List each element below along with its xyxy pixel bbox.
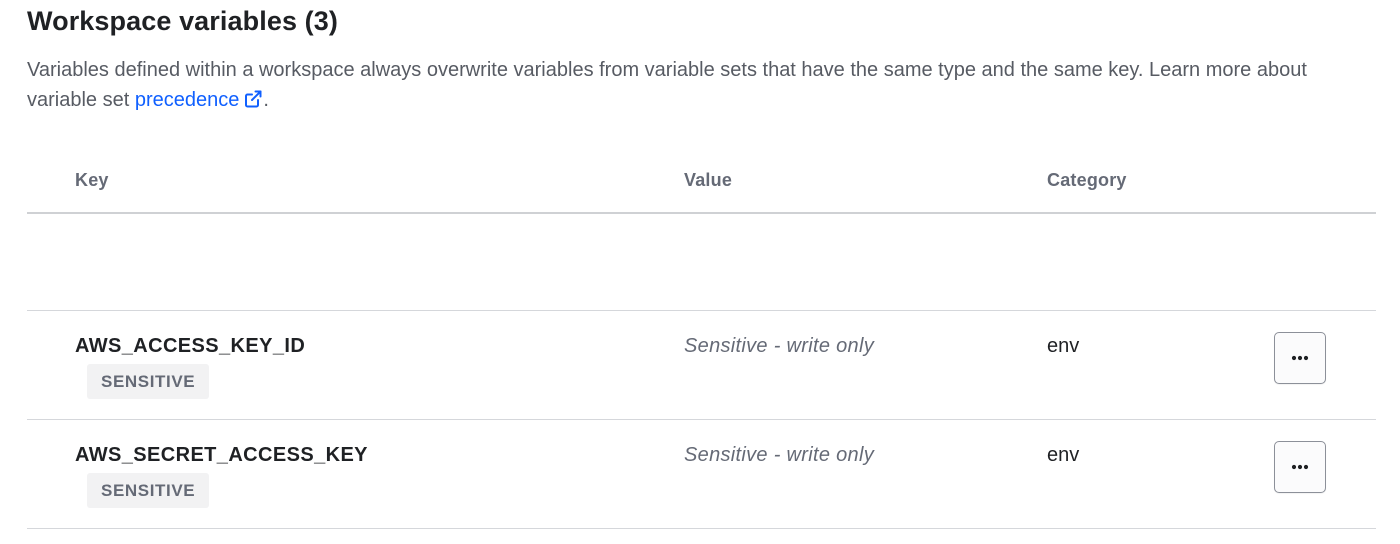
- variable-category: env: [1047, 335, 1080, 357]
- row-actions-button[interactable]: [1274, 332, 1326, 384]
- variable-value: Sensitive - write only: [684, 335, 874, 357]
- section-description: Variables defined within a workspace alw…: [27, 55, 1367, 115]
- sensitive-badge: SENSITIVE: [87, 473, 210, 508]
- variable-category: env: [1047, 444, 1080, 466]
- table-header: Key Value Category: [27, 160, 1376, 214]
- variable-value: Sensitive - write only: [684, 444, 874, 466]
- table-row: AWS_SECRET_ACCESS_KEY SENSITIVE Sensitiv…: [27, 420, 1376, 529]
- row-actions-button[interactable]: [1274, 441, 1326, 493]
- precedence-link-label: precedence: [134, 89, 240, 111]
- description-end: .: [263, 89, 269, 111]
- table-row: AWS_ACCESS_KEY_ID SENSITIVE Sensitive - …: [27, 311, 1376, 420]
- column-header-key[interactable]: Key: [75, 170, 109, 191]
- table-spacer-row: [27, 214, 1376, 311]
- more-horizontal-icon: [1291, 355, 1309, 361]
- variable-key: AWS_SECRET_ACCESS_KEY: [75, 444, 368, 466]
- column-header-category[interactable]: Category: [1047, 170, 1127, 191]
- column-header-value[interactable]: Value: [684, 170, 732, 191]
- external-link-icon: [243, 89, 263, 109]
- variable-key: AWS_ACCESS_KEY_ID: [75, 335, 306, 357]
- more-horizontal-icon: [1291, 464, 1309, 470]
- variables-table: Key Value Category AWS_ACCESS_KEY_ID SEN…: [27, 160, 1376, 529]
- sensitive-badge: SENSITIVE: [87, 364, 210, 399]
- page-title: Workspace variables (3): [27, 6, 338, 36]
- precedence-link[interactable]: precedence: [135, 89, 264, 111]
